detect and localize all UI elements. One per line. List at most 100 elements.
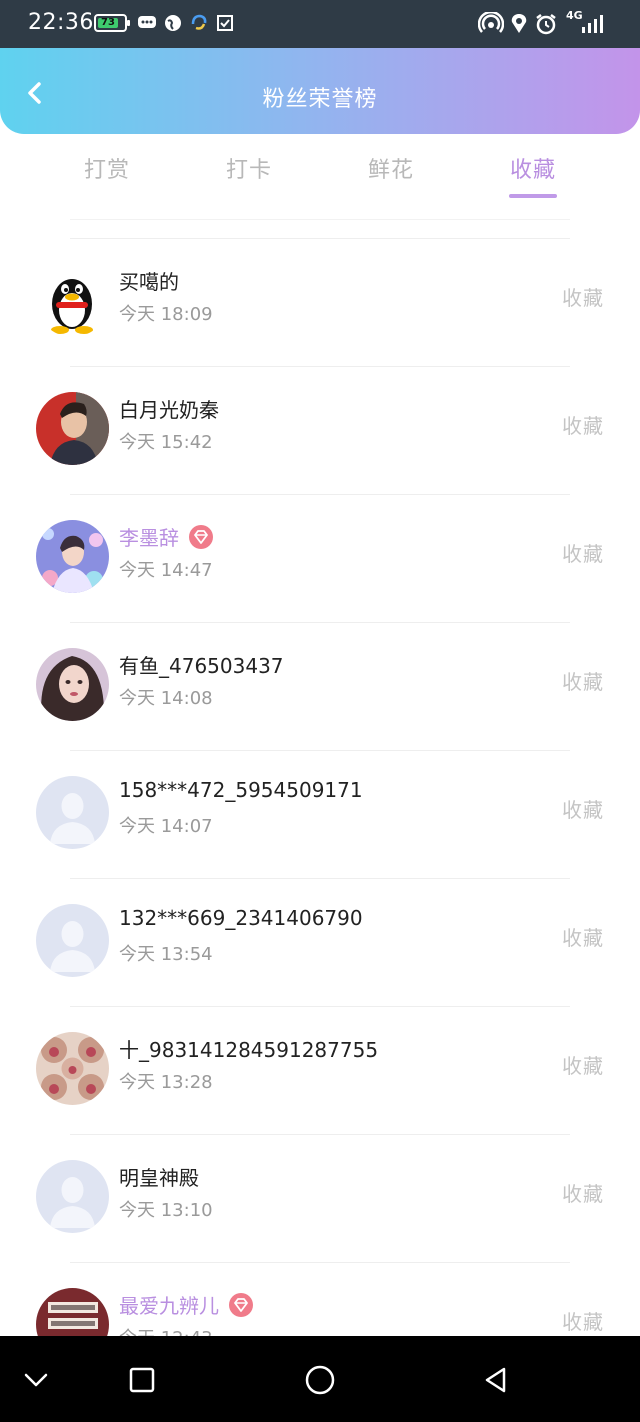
message-icon [138, 16, 156, 28]
collect-label: 收藏 [562, 1310, 604, 1334]
username: 明皇神殿 [119, 1162, 199, 1191]
list-item[interactable]: 李墨辞 今天 14:47 收藏 [0, 494, 640, 622]
nav-collapse-button[interactable] [16, 1360, 56, 1400]
divider [70, 1262, 570, 1263]
avatar[interactable] [36, 264, 109, 337]
timestamp: 今天 14:08 [119, 688, 213, 709]
divider [70, 366, 570, 367]
username: 158***472_5954509171 [119, 778, 363, 802]
username: 李墨辞 [119, 522, 213, 551]
timestamp: 今天 14:47 [119, 560, 213, 581]
fan-list: 买噶的 今天 18:09 收藏 白月光奶秦 今天 15:42 收藏 李墨辞 今天… [0, 238, 640, 1336]
active-tab-indicator [509, 194, 557, 198]
penguin-avatar-icon [36, 264, 109, 337]
list-item[interactable]: 最爱九辨儿 今天 12:43 收藏 [0, 1262, 640, 1336]
collect-label: 收藏 [562, 286, 604, 310]
username-text: 最爱九辨儿 [119, 1294, 219, 1318]
timestamp: 今天 13:54 [119, 944, 213, 965]
battery-level: 73 [98, 18, 118, 28]
username-text: 有鱼_476503437 [119, 654, 284, 678]
divider [70, 1134, 570, 1135]
list-item[interactable]: 明皇神殿 今天 13:10 收藏 [0, 1134, 640, 1262]
timestamp: 今天 18:09 [119, 304, 213, 325]
username: 最爱九辨儿 [119, 1290, 253, 1319]
user-photo-icon [36, 1288, 109, 1336]
divider [70, 1006, 570, 1007]
system-nav-bar [0, 1336, 640, 1422]
avatar[interactable] [36, 1160, 109, 1233]
avatar[interactable] [36, 776, 109, 849]
list-item[interactable]: 十_983141284591287755 今天 13:28 收藏 [0, 1006, 640, 1134]
collect-label: 收藏 [562, 1054, 604, 1078]
username-text: 明皇神殿 [119, 1166, 199, 1190]
tab-flowers[interactable]: 鲜花 [351, 152, 431, 184]
chevron-down-icon [24, 1373, 48, 1387]
list-item[interactable]: 132***669_2341406790 今天 13:54 收藏 [0, 878, 640, 1006]
collect-label: 收藏 [562, 798, 604, 822]
username: 132***669_2341406790 [119, 906, 363, 930]
divider [70, 219, 570, 220]
diamond-icon [194, 529, 208, 544]
battery-icon: 73 [94, 14, 130, 32]
timestamp: 今天 13:28 [119, 1072, 213, 1093]
divider [70, 878, 570, 879]
hotspot-icon [478, 12, 504, 33]
triangle-back-icon [485, 1367, 506, 1393]
location-icon [511, 14, 527, 33]
avatar[interactable] [36, 1288, 109, 1336]
nav-back-button[interactable] [476, 1360, 516, 1400]
divider [70, 622, 570, 623]
user-photo-icon [36, 648, 109, 721]
collect-label: 收藏 [562, 542, 604, 566]
default-avatar-icon [36, 904, 109, 977]
alarm-icon [536, 14, 556, 35]
timestamp: 今天 13:10 [119, 1200, 213, 1221]
list-item[interactable]: 有鱼_476503437 今天 14:08 收藏 [0, 622, 640, 750]
list-item[interactable]: 白月光奶秦 今天 15:42 收藏 [0, 366, 640, 494]
tab-checkin[interactable]: 打卡 [209, 152, 289, 184]
username-text: 132***669_2341406790 [119, 906, 363, 930]
page-title: 粉丝荣誉榜 [262, 87, 378, 112]
username: 十_983141284591287755 [119, 1034, 378, 1063]
circle-icon [305, 1365, 335, 1395]
username: 有鱼_476503437 [119, 650, 284, 679]
signal-icon [582, 15, 603, 33]
default-avatar-icon [36, 776, 109, 849]
divider [70, 238, 570, 239]
avatar[interactable] [36, 904, 109, 977]
user-photo-icon [36, 1032, 109, 1105]
username-text: 李墨辞 [119, 526, 179, 550]
square-icon [129, 1367, 155, 1393]
timestamp: 今天 14:07 [119, 816, 213, 837]
list-item[interactable]: 买噶的 今天 18:09 收藏 [0, 238, 640, 366]
collect-label: 收藏 [562, 1182, 604, 1206]
tab-bar: 打赏 打卡 鲜花 收藏 [0, 134, 640, 206]
tab-collect[interactable]: 收藏 [493, 152, 573, 198]
divider [70, 494, 570, 495]
nav-home-button[interactable] [300, 1360, 340, 1400]
vip-badge [229, 1292, 253, 1317]
screenshot-icon [217, 15, 233, 31]
default-avatar-icon [36, 1160, 109, 1233]
tab-reward[interactable]: 打赏 [67, 152, 147, 184]
collect-label: 收藏 [562, 670, 604, 694]
avatar[interactable] [36, 648, 109, 721]
username-text: 买噶的 [119, 270, 179, 294]
globe-icon [165, 15, 181, 31]
collect-label: 收藏 [562, 926, 604, 950]
avatar[interactable] [36, 1032, 109, 1105]
list-item[interactable]: 158***472_5954509171 今天 14:07 收藏 [0, 750, 640, 878]
tab-collect-label: 收藏 [509, 158, 556, 183]
timestamp: 今天 12:43 [119, 1324, 213, 1336]
avatar[interactable] [36, 392, 109, 465]
vip-badge [189, 524, 213, 549]
nav-recents-button[interactable] [122, 1360, 162, 1400]
user-photo-icon [36, 520, 109, 593]
username-text: 白月光奶秦 [119, 398, 219, 422]
app-notification-icon [191, 14, 207, 30]
avatar[interactable] [36, 520, 109, 593]
user-photo-icon [36, 392, 109, 465]
status-bar: 22:36 73 4G [0, 0, 640, 48]
header: 粉丝荣誉榜 [0, 48, 640, 134]
username-text: 十_983141284591287755 [119, 1038, 379, 1062]
